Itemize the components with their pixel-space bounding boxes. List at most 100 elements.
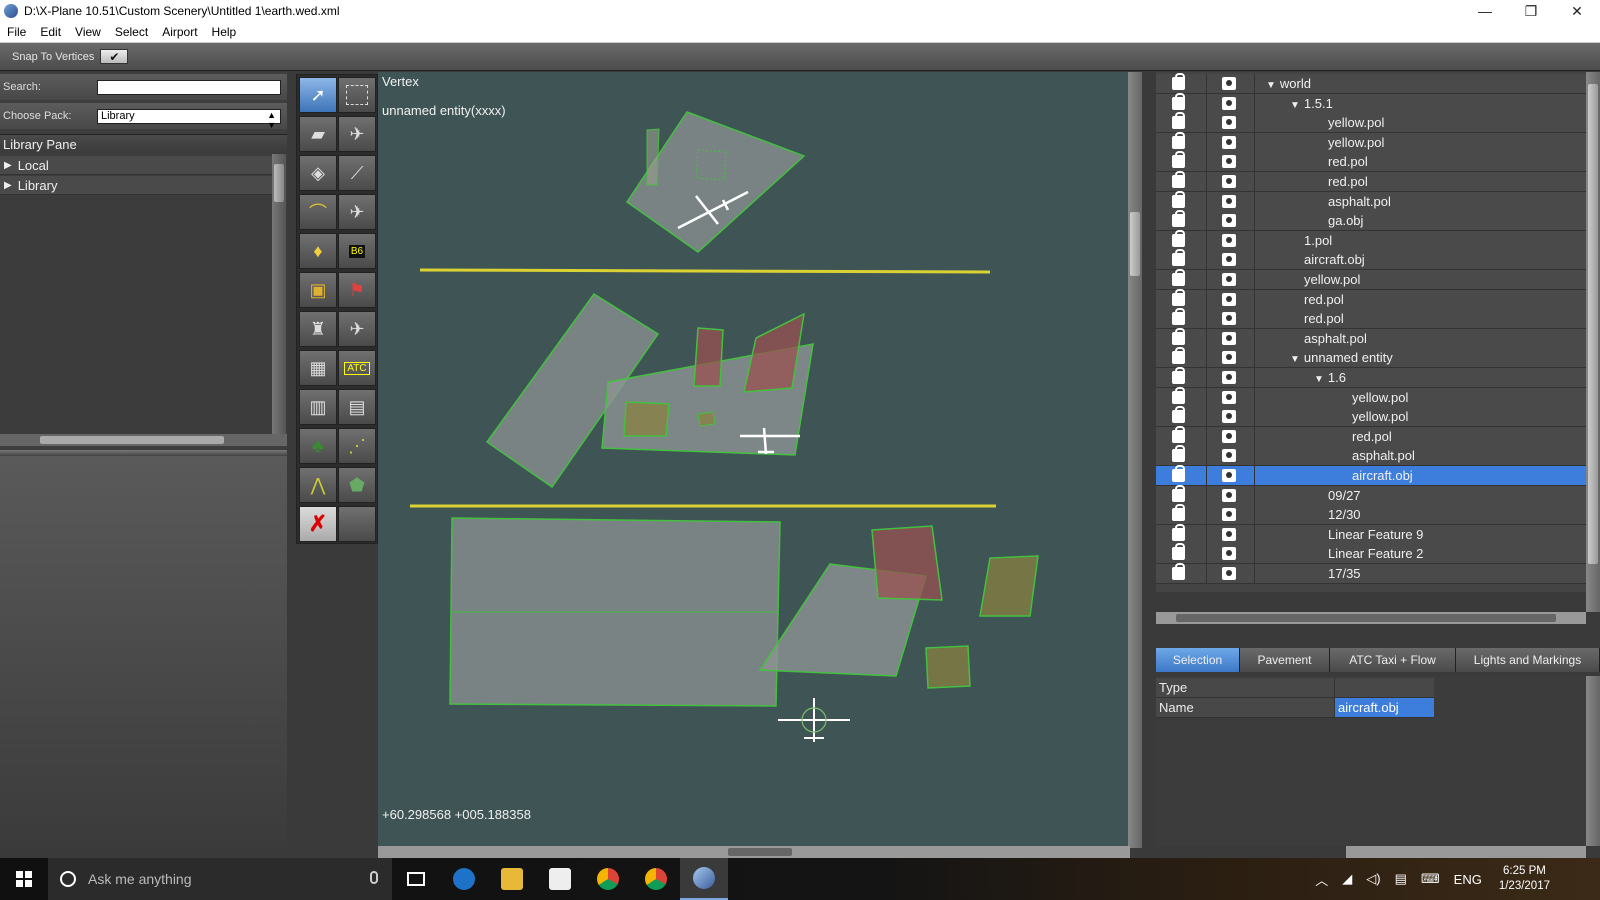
taskbar-edge[interactable] — [440, 858, 488, 900]
close-button[interactable]: ✕ — [1554, 0, 1600, 22]
hierarchy-row[interactable]: asphalt.pol — [1156, 190, 1586, 212]
eye-visibility-icon[interactable] — [1222, 469, 1236, 482]
network-icon[interactable]: ◢ — [1342, 871, 1352, 887]
library-item-local[interactable]: ▶ Local — [0, 156, 272, 175]
volume-icon[interactable]: ◁) — [1366, 871, 1380, 887]
scrollbar-thumb[interactable] — [1130, 212, 1140, 276]
ramp-start-tool-button[interactable]: ✈ — [338, 194, 376, 230]
eye-visibility-icon[interactable] — [1222, 390, 1236, 404]
hierarchy-item[interactable]: red.pol — [1304, 292, 1344, 307]
eye-visibility-icon[interactable] — [1222, 488, 1236, 502]
properties-horizontal-scrollbar[interactable] — [1346, 846, 1586, 858]
boundary-tool-button[interactable]: ▥ — [299, 389, 337, 425]
hierarchy-item[interactable]: 1.pol — [1304, 233, 1332, 248]
hierarchy-row[interactable]: aircraft.obj — [1156, 465, 1586, 486]
hierarchy-row[interactable]: 17/35 — [1156, 563, 1586, 584]
collapse-triangle-icon[interactable]: ▼ — [1314, 374, 1324, 385]
taskbar-chrome-2[interactable] — [632, 858, 680, 900]
lock-icon[interactable] — [1172, 386, 1185, 404]
hierarchy-row[interactable]: 1.pol — [1156, 229, 1586, 251]
menu-help[interactable]: Help — [205, 25, 244, 39]
hierarchy-item[interactable]: yellow.pol — [1328, 135, 1384, 150]
hierarchy-item[interactable]: ga.obj — [1328, 213, 1363, 228]
hierarchy-item[interactable]: ▼ 1.5.1 — [1290, 96, 1333, 111]
lock-icon[interactable] — [1172, 367, 1185, 384]
map-canvas[interactable] — [378, 72, 1130, 858]
eye-visibility-icon[interactable] — [1222, 508, 1236, 522]
lock-icon[interactable] — [1172, 406, 1185, 424]
eye-visibility-icon[interactable] — [1222, 292, 1236, 306]
hierarchy-row[interactable]: red.pol — [1156, 308, 1586, 330]
hierarchy-item[interactable]: yellow.pol — [1304, 272, 1360, 287]
eye-visibility-icon[interactable] — [1222, 449, 1236, 463]
taxiway-tool-button[interactable]: ⟋ — [338, 155, 376, 191]
eye-visibility-icon[interactable] — [1222, 331, 1236, 345]
hierarchy-item[interactable]: yellow.pol — [1352, 409, 1408, 424]
hierarchy-item[interactable]: asphalt.pol — [1352, 448, 1415, 463]
map-view[interactable]: Vertex unnamed entity(xxxx) +60.298568 +… — [378, 72, 1130, 858]
eye-visibility-icon[interactable] — [1222, 410, 1236, 424]
hierarchy-item[interactable]: 09/27 — [1328, 488, 1361, 503]
eye-visibility-icon[interactable] — [1222, 527, 1236, 541]
expand-triangle-icon[interactable]: ▶ — [4, 180, 12, 191]
hierarchy-row[interactable]: ga.obj — [1156, 210, 1586, 232]
airplane-tool-button[interactable]: ✈ — [338, 311, 376, 347]
eye-visibility-icon[interactable] — [1222, 273, 1236, 286]
tab-lights-and-markings[interactable]: Lights and Markings — [1456, 648, 1600, 672]
lock-icon[interactable] — [1172, 73, 1185, 90]
hierarchy-item[interactable]: red.pol — [1328, 154, 1368, 169]
eye-visibility-icon[interactable] — [1222, 567, 1236, 580]
expand-triangle-icon[interactable]: ▶ — [4, 160, 12, 171]
lock-icon[interactable] — [1172, 151, 1185, 169]
light-fixture-tool-button[interactable]: ♦ — [299, 233, 337, 269]
menu-select[interactable]: Select — [108, 25, 155, 39]
hierarchy-row[interactable]: Linear Feature 2 — [1156, 543, 1586, 565]
eye-visibility-icon[interactable] — [1222, 547, 1236, 561]
hierarchy-row[interactable]: ▼ 1.5.1 — [1156, 92, 1586, 114]
lock-icon[interactable] — [1172, 92, 1185, 110]
marquee-tool-button[interactable] — [338, 77, 376, 113]
collapse-triangle-icon[interactable]: ▼ — [1290, 354, 1300, 365]
eye-visibility-icon[interactable] — [1222, 312, 1236, 326]
vertex-tool-button[interactable]: ➚ — [299, 77, 337, 113]
menu-view[interactable]: View — [68, 25, 108, 39]
task-view-button[interactable] — [392, 858, 440, 900]
show-hidden-icons-icon[interactable]: ︿ — [1315, 870, 1328, 889]
eye-visibility-icon[interactable] — [1222, 175, 1236, 188]
eye-visibility-icon[interactable] — [1222, 77, 1236, 90]
collapse-triangle-icon[interactable]: ▼ — [1266, 80, 1276, 91]
hierarchy-item[interactable]: red.pol — [1304, 311, 1344, 326]
yellow-polygon[interactable] — [646, 128, 660, 186]
lock-icon[interactable] — [1172, 112, 1185, 130]
taskbar-worldeditor[interactable] — [680, 858, 728, 900]
hierarchy-item[interactable]: 17/35 — [1328, 566, 1361, 581]
eye-visibility-icon[interactable] — [1222, 351, 1236, 365]
lock-icon[interactable] — [1172, 327, 1185, 345]
lock-icon[interactable] — [1172, 190, 1185, 208]
hierarchy-row[interactable]: yellow.pol — [1156, 112, 1586, 134]
hierarchy-row[interactable]: Linear Feature 9 — [1156, 523, 1586, 545]
eye-visibility-icon[interactable] — [1222, 155, 1236, 169]
taskbar-chrome[interactable] — [584, 858, 632, 900]
menu-edit[interactable]: Edit — [33, 25, 68, 39]
hierarchy-item[interactable]: ▼ world — [1266, 76, 1311, 91]
hierarchy-item[interactable]: ▼ unnamed entity — [1290, 350, 1393, 365]
hierarchy-item[interactable]: asphalt.pol — [1328, 194, 1391, 209]
minimize-button[interactable]: — — [1462, 0, 1508, 22]
hierarchy-row[interactable]: asphalt.pol — [1156, 327, 1586, 349]
scrollbar-thumb[interactable] — [1588, 84, 1598, 564]
eye-visibility-icon[interactable] — [1222, 253, 1236, 267]
hierarchy-row[interactable]: ▼ unnamed entity — [1156, 347, 1586, 369]
hierarchy-item[interactable]: yellow.pol — [1352, 390, 1408, 405]
scrollbar-thumb[interactable] — [728, 848, 792, 856]
hierarchy-item[interactable]: 12/30 — [1328, 507, 1361, 522]
tower-viewpoint-tool-button[interactable]: ♜ — [299, 311, 337, 347]
tab-atc-taxi-flow[interactable]: ATC Taxi + Flow — [1330, 648, 1456, 672]
lock-icon[interactable] — [1172, 484, 1185, 502]
library-vertical-scrollbar[interactable] — [272, 154, 286, 434]
scrollbar-thumb[interactable] — [1176, 614, 1556, 622]
eye-visibility-icon[interactable] — [1222, 135, 1236, 149]
menu-file[interactable]: File — [0, 25, 33, 39]
hierarchy-row[interactable]: red.pol — [1156, 151, 1586, 173]
lock-icon[interactable] — [1172, 308, 1185, 326]
